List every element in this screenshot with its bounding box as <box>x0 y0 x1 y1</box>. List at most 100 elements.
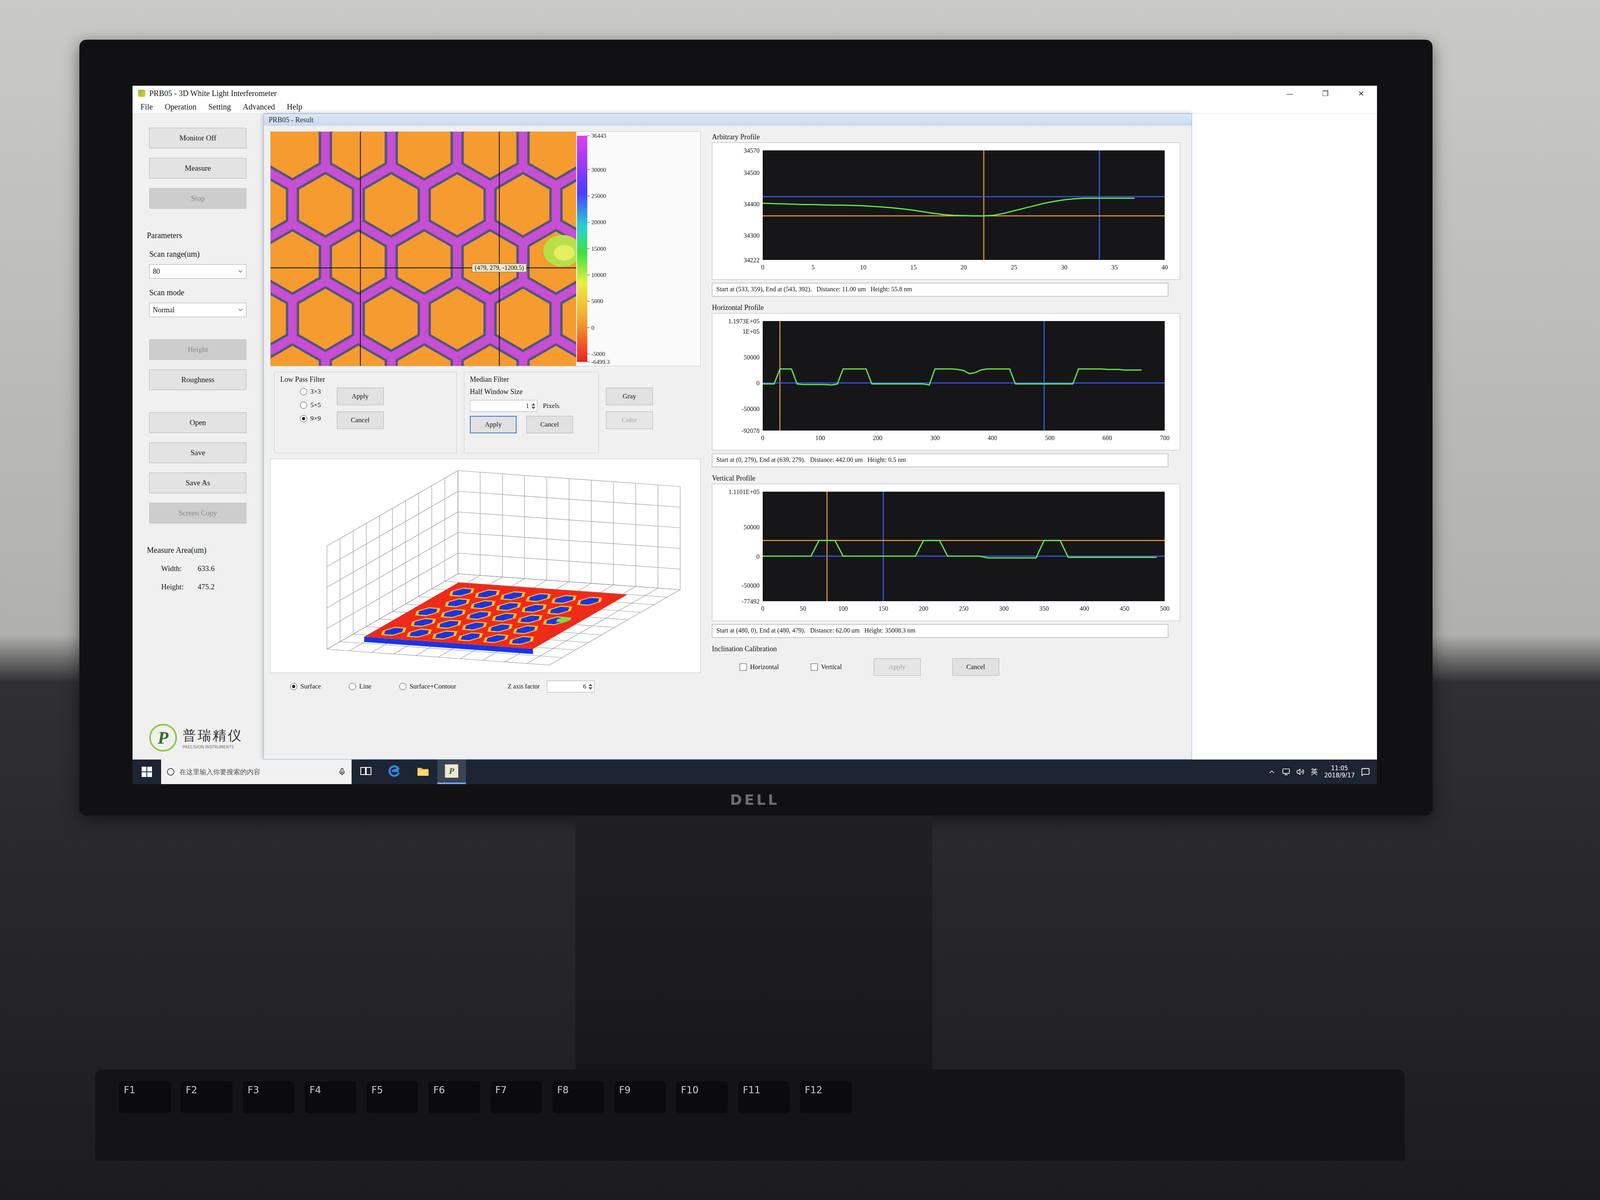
y-tick: 34400 <box>743 200 760 208</box>
keyboard-key[interactable]: F2 <box>180 1081 233 1114</box>
plot-area <box>762 150 1165 260</box>
sidebar-button[interactable]: Save As <box>149 472 247 494</box>
cursor-line[interactable] <box>762 382 1165 384</box>
keyboard-key[interactable]: F3 <box>242 1081 295 1114</box>
guide-line[interactable] <box>359 131 361 366</box>
hexagon <box>429 173 485 237</box>
cursor-line[interactable] <box>983 150 985 260</box>
keyboard-key[interactable]: F11 <box>738 1081 790 1114</box>
network-icon[interactable] <box>1282 767 1291 776</box>
surface-3d-plot[interactable] <box>275 462 697 670</box>
hexagon <box>270 287 287 351</box>
select[interactable]: Normal <box>149 302 247 318</box>
color-bar: 36443300002500020000150001000050000-5000… <box>576 131 636 366</box>
cursor-line[interactable] <box>779 321 781 431</box>
keyboard-key[interactable]: F6 <box>428 1081 481 1114</box>
inclination-row: Horizontal Vertical Apply Cancel <box>711 658 1181 676</box>
sidebar-button[interactable]: Save <box>149 442 247 464</box>
volume-icon[interactable] <box>1296 767 1305 776</box>
taskbar-app[interactable]: P <box>437 759 466 785</box>
window-control[interactable]: — <box>1273 89 1306 98</box>
menu-item[interactable]: File <box>140 102 153 112</box>
keyboard-key[interactable]: F10 <box>676 1081 728 1114</box>
keyboard-key[interactable]: F7 <box>490 1081 543 1114</box>
sidebar-button[interactable]: Height <box>149 339 247 360</box>
keyboard: F1 F2 F3 F4 F5 F6 F7 F8 F9 F10 F11 F12 <box>95 1069 1405 1161</box>
profile-chart[interactable]: 3457034500344003430034222051015202530354… <box>714 144 1175 276</box>
taskbar-app[interactable] <box>408 759 438 785</box>
filter-button[interactable]: Cancel <box>526 415 574 434</box>
checkbox-option[interactable]: Vertical <box>810 663 843 672</box>
sidebar-button[interactable]: Open <box>149 412 247 433</box>
keyboard-key[interactable]: F9 <box>614 1081 666 1114</box>
profile-chart[interactable]: 1.1973E+051E+05500000-50000-920780100200… <box>714 315 1175 447</box>
keyboard-key[interactable]: F4 <box>304 1081 357 1114</box>
z-factor-spinbox[interactable]: 6 <box>546 680 595 693</box>
taskbar-app[interactable] <box>380 759 409 785</box>
keyboard-key[interactable]: F8 <box>552 1081 604 1114</box>
keyboard-key[interactable]: F1 <box>119 1081 171 1114</box>
sidebar-button[interactable]: Monitor Off <box>149 127 247 149</box>
sidebar-button[interactable]: Roughness <box>149 369 247 391</box>
menu-item[interactable]: Help <box>286 102 303 112</box>
filter-button[interactable]: Cancel <box>336 411 384 429</box>
mic-icon[interactable] <box>338 767 347 776</box>
radio-option[interactable]: Surface <box>290 682 322 691</box>
select[interactable]: 80 <box>149 264 247 279</box>
cursor-line[interactable] <box>762 196 1165 198</box>
y-tick: 0 <box>756 379 760 387</box>
radio-option[interactable]: Line <box>348 682 372 691</box>
cursor-line[interactable] <box>826 491 828 602</box>
measure-field: Width:633.6 <box>149 564 264 574</box>
x-tick: 5 <box>811 263 815 271</box>
menu-item[interactable]: Setting <box>208 102 231 112</box>
color-tick: 20000 <box>591 219 607 226</box>
checkbox-option[interactable]: Horizontal <box>739 663 779 672</box>
radio-option[interactable]: 9×9 <box>300 414 322 423</box>
sidebar-button[interactable]: Measure <box>149 157 247 179</box>
search-box[interactable]: 在这里输入你要搜索的内容 <box>161 759 352 785</box>
inclination-button[interactable]: Cancel <box>952 658 1000 676</box>
cursor-line[interactable] <box>882 491 885 602</box>
height-map[interactable] <box>270 131 577 366</box>
notification-icon[interactable] <box>1361 767 1370 777</box>
radio-option[interactable]: 3×3 <box>300 387 322 396</box>
filter-button[interactable]: Apply <box>336 387 384 406</box>
chevron-down-icon <box>237 306 244 314</box>
chart-frame: 1.1973E+051E+05500000-50000-920780100200… <box>711 313 1181 451</box>
inclination-button[interactable]: Apply <box>873 658 921 676</box>
y-tick: 1E+05 <box>742 328 760 335</box>
window-control[interactable]: ❐ <box>1309 89 1342 98</box>
start-button[interactable] <box>132 759 162 785</box>
sidebar-button[interactable]: Screen Copy <box>149 502 247 524</box>
radio-option[interactable]: 5×5 <box>300 401 322 410</box>
sidebar-button[interactable]: Stop <box>149 188 247 209</box>
chart-frame: 3457034500344003430034222051015202530354… <box>711 142 1181 280</box>
window-control[interactable]: ✕ <box>1345 89 1377 98</box>
window-size-spinbox[interactable]: 1 <box>469 400 538 412</box>
taskbar-app[interactable] <box>351 759 381 785</box>
keyboard-key[interactable]: F12 <box>800 1081 852 1114</box>
chevron-up-icon[interactable] <box>1267 767 1276 776</box>
view-button[interactable]: Gray <box>605 387 653 406</box>
menu-bar: File Operation Setting Advanced Help <box>132 100 1377 114</box>
sidebar-group: Measure Area(um)Width:633.6Height:475.2 <box>149 545 264 592</box>
filter-button[interactable]: Apply <box>469 415 517 434</box>
input-method[interactable]: 英 <box>1310 767 1318 777</box>
plot-area <box>762 491 1165 602</box>
hexagon <box>462 230 518 294</box>
clock[interactable]: 11:052018/9/17 <box>1324 764 1355 779</box>
view-button[interactable]: Color <box>605 411 653 429</box>
x-tick: 30 <box>1061 263 1068 271</box>
menu-item[interactable]: Operation <box>164 102 197 112</box>
menu-item[interactable]: Advanced <box>242 102 275 112</box>
radio-option[interactable]: Surface+Contour <box>399 682 456 691</box>
guide-line[interactable] <box>498 131 500 366</box>
guide-line[interactable] <box>270 267 577 269</box>
keyboard-key[interactable]: F5 <box>366 1081 419 1114</box>
cursor-line[interactable] <box>1098 150 1100 260</box>
cursor-line[interactable] <box>1043 321 1045 431</box>
hexagon <box>270 230 320 294</box>
monitor-brand: DELL <box>132 784 1377 816</box>
profile-chart[interactable]: 1.1101E+05500000-50000-77492050100150200… <box>714 486 1175 618</box>
